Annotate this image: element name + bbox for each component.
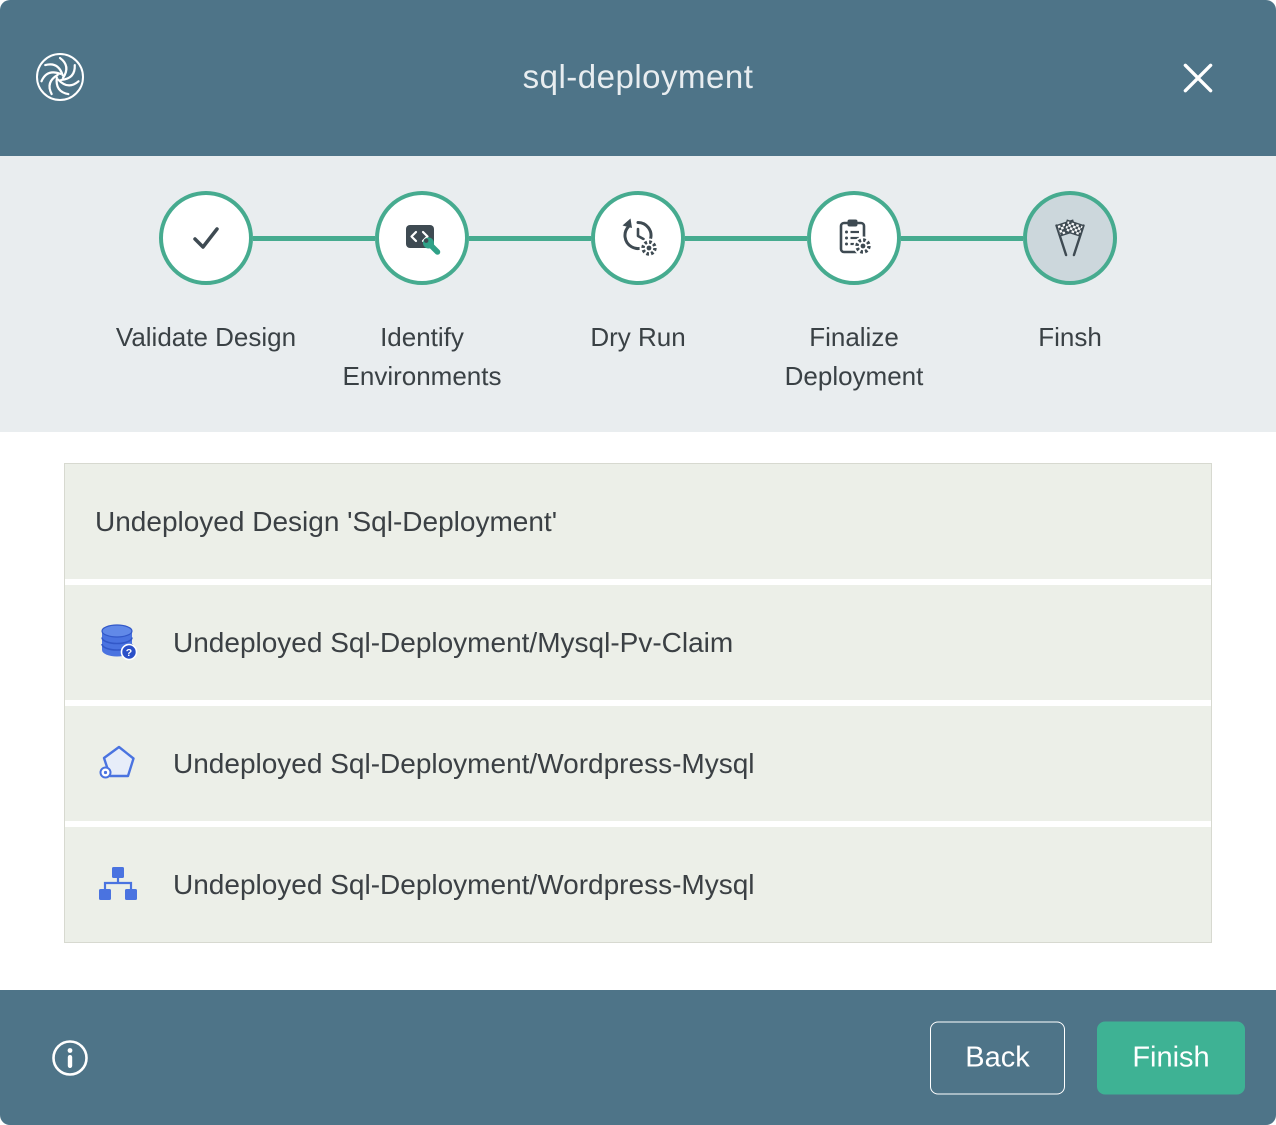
step-label: Validate Design bbox=[116, 318, 296, 357]
back-button[interactable]: Back bbox=[930, 1021, 1065, 1094]
checkmark-icon bbox=[159, 191, 253, 285]
close-icon[interactable] bbox=[1178, 58, 1218, 98]
dialog-title: sql-deployment bbox=[0, 58, 1276, 96]
database-icon: ? bbox=[95, 620, 141, 666]
result-text: Undeployed Sql-Deployment/Wordpress-Mysq… bbox=[173, 869, 755, 901]
step-finalize-deployment: Finalize Deployment bbox=[746, 191, 962, 396]
result-row-design: Undeployed Design 'Sql-Deployment' bbox=[65, 464, 1211, 579]
finish-button[interactable]: Finish bbox=[1097, 1021, 1245, 1094]
step-label: Identify Environments bbox=[329, 318, 515, 396]
wizard-stepper: Validate Design Identify Environments bbox=[0, 156, 1276, 432]
result-row-wordpress-mysql-tree: Undeployed Sql-Deployment/Wordpress-Mysq… bbox=[65, 827, 1211, 942]
step-finish: Finsh bbox=[962, 191, 1178, 396]
sql-deployment-dialog: sql-deployment Validate Design bbox=[0, 0, 1276, 1125]
result-text: Undeployed Sql-Deployment/Mysql-Pv-Claim bbox=[173, 627, 733, 659]
titlebar: sql-deployment bbox=[0, 0, 1276, 156]
svg-text:?: ? bbox=[126, 646, 132, 658]
footer-bar: Back Finish bbox=[0, 990, 1276, 1125]
results-area: Undeployed Design 'Sql-Deployment' ? Und… bbox=[0, 432, 1276, 990]
checkered-flags-icon bbox=[1023, 191, 1117, 285]
pentagon-icon bbox=[95, 741, 141, 787]
step-dry-run: Dry Run bbox=[530, 191, 746, 396]
results-panel: Undeployed Design 'Sql-Deployment' ? Und… bbox=[64, 463, 1212, 943]
tree-icon bbox=[95, 862, 141, 908]
step-label: Finsh bbox=[1038, 318, 1102, 357]
result-text: Undeployed Design 'Sql-Deployment' bbox=[95, 506, 557, 538]
result-row-pv-claim: ? Undeployed Sql-Deployment/Mysql-Pv-Cla… bbox=[65, 585, 1211, 700]
step-validate-design: Validate Design bbox=[98, 191, 314, 396]
result-row-wordpress-mysql-config: Undeployed Sql-Deployment/Wordpress-Mysq… bbox=[65, 706, 1211, 821]
clipboard-gear-icon bbox=[807, 191, 901, 285]
step-label: Finalize Deployment bbox=[761, 318, 947, 396]
info-icon[interactable] bbox=[48, 1036, 92, 1080]
code-wrench-icon bbox=[375, 191, 469, 285]
step-label: Dry Run bbox=[590, 318, 685, 357]
result-text: Undeployed Sql-Deployment/Wordpress-Mysq… bbox=[173, 748, 755, 780]
history-gear-icon bbox=[591, 191, 685, 285]
footer-actions: Back Finish bbox=[930, 1021, 1245, 1094]
step-identify-environments: Identify Environments bbox=[314, 191, 530, 396]
